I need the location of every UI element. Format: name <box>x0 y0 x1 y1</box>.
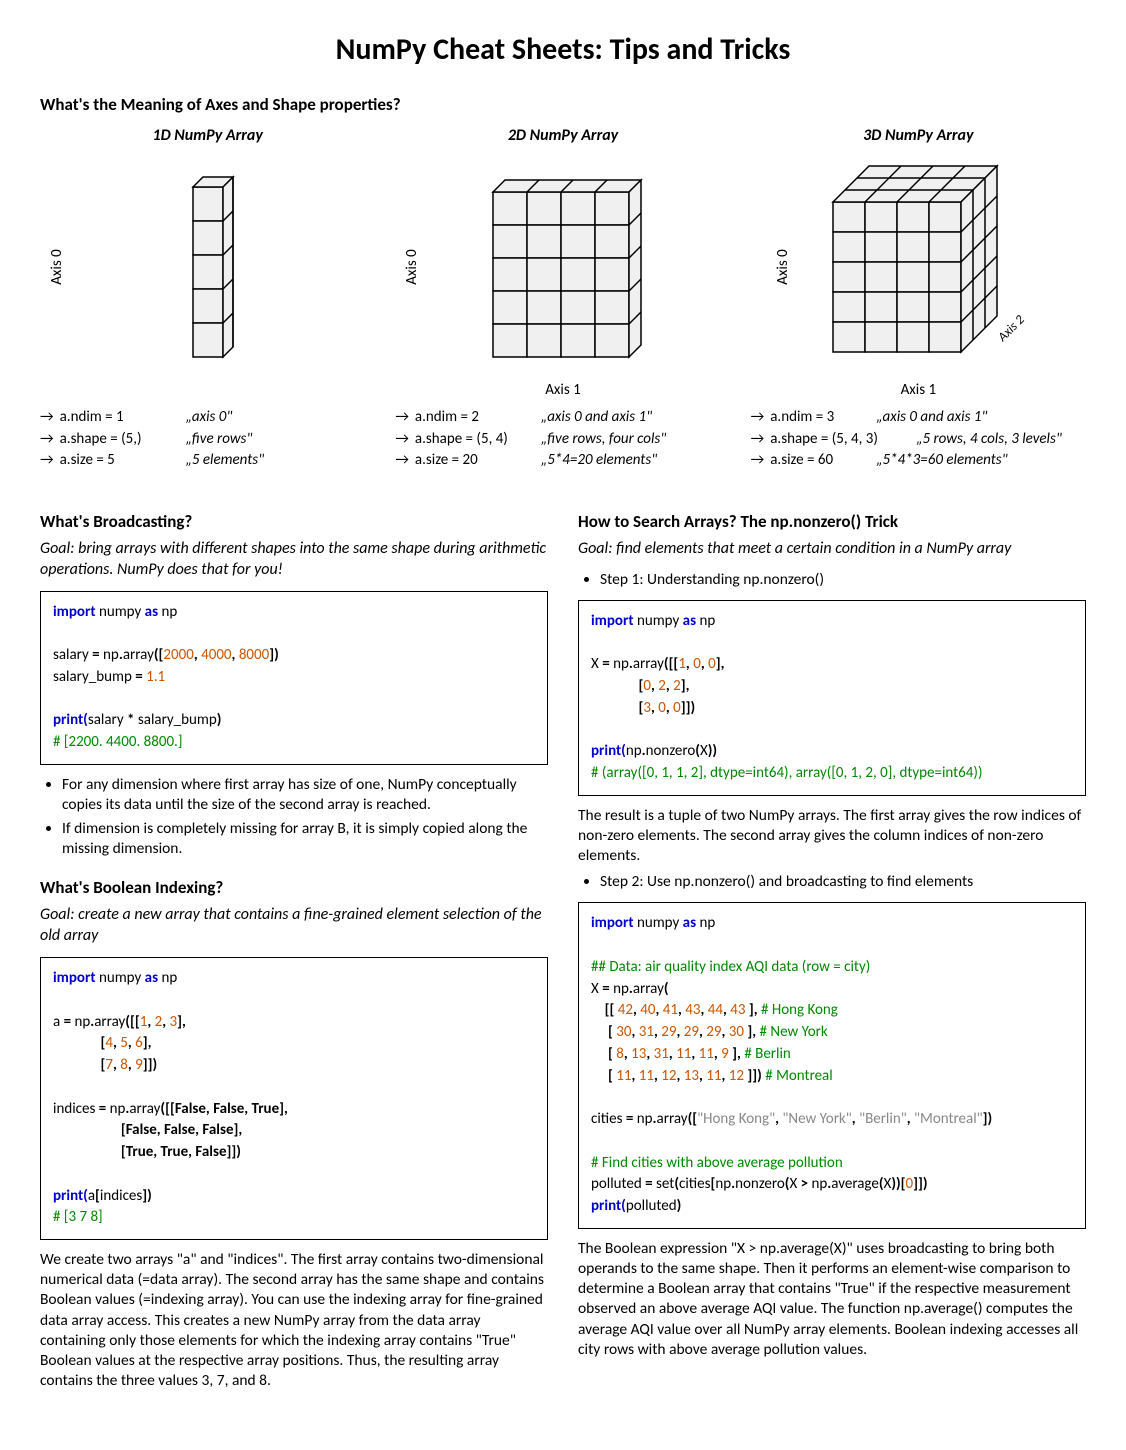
boolean-indexing-explain: We create two arrays "a" and "indices". … <box>40 1250 548 1391</box>
prop-note: „5*4*3=60 elements" <box>876 451 1007 471</box>
nonzero-goal: Goal: find elements that meet a certain … <box>578 539 1086 560</box>
arrow-icon: → <box>751 451 765 471</box>
array-2d-diagram: Axis 0 <box>395 157 730 377</box>
array-2d-title: 2D NumPy Array <box>395 126 730 147</box>
prop-key: a.shape = (5,) <box>60 430 180 450</box>
array-1d-diagram: Axis 0 <box>40 157 375 377</box>
boolean-indexing-heading: What's Boolean Indexing? <box>40 877 548 899</box>
prop-key: a.size = 20 <box>415 451 535 471</box>
nonzero-step1-explain: The result is a tuple of two NumPy array… <box>578 806 1086 866</box>
cube-3d-icon: Axis 2 <box>803 162 1033 372</box>
prop-note: „five rows, four cols" <box>541 430 666 450</box>
right-column: How to Search Arrays? The np.nonzero() T… <box>578 493 1086 1391</box>
step2-label: Step 2: Use np.nonzero() and broadcastin… <box>600 872 1086 892</box>
axis0-label: Axis 0 <box>774 249 794 284</box>
array-1d-title: 1D NumPy Array <box>40 126 375 147</box>
axis1-label-3d: Axis 1 <box>751 381 1086 401</box>
arrow-icon: → <box>751 430 765 450</box>
axes-heading: What's the Meaning of Axes and Shape pro… <box>40 94 1086 116</box>
arrow-icon: → <box>395 408 409 428</box>
nonzero-step1-code: import numpy as np X = np.array([[1, 0, … <box>578 600 1086 796</box>
nonzero-step2-code: import numpy as np ## Data: air quality … <box>578 902 1086 1229</box>
prop-key: a.size = 60 <box>770 451 870 471</box>
page-title: NumPy Cheat Sheets: Tips and Tricks <box>40 30 1086 69</box>
arrow-icon: → <box>751 408 765 428</box>
bullet-item: If dimension is completely missing for a… <box>62 819 548 859</box>
prop-key: a.size = 5 <box>60 451 180 471</box>
arrow-icon: → <box>40 430 54 450</box>
array-3d-diagram: Axis 0 Axis 2 <box>751 157 1086 377</box>
prop-key: a.shape = (5, 4) <box>415 430 535 450</box>
left-column: What's Broadcasting? Goal: bring arrays … <box>40 493 548 1391</box>
arrow-icon: → <box>40 451 54 471</box>
nonzero-step2-explain: The Boolean expression "X > np.average(X… <box>578 1239 1086 1360</box>
prop-note: „5 rows, 4 cols, 3 levels" <box>916 430 1062 450</box>
prop-note: „axis 0 and axis 1" <box>541 408 652 428</box>
prop-note: „axis 0 and axis 1" <box>876 408 987 428</box>
array-1d: 1D NumPy Array Axis 0 → a.ndim = 1 „axis 0… <box>40 126 375 473</box>
array-3d-title: 3D NumPy Array <box>751 126 1086 147</box>
arrow-icon: → <box>395 451 409 471</box>
arrays-row: 1D NumPy Array Axis 0 → a.ndim = 1 „axis 0… <box>40 126 1086 473</box>
prop-key: a.shape = (5, 4, 3) <box>770 430 910 450</box>
prop-note: „5*4=20 elements" <box>541 451 657 471</box>
bullet-item: For any dimension where first array has … <box>62 775 548 815</box>
cube-1d-icon <box>178 167 238 367</box>
prop-key: a.ndim = 2 <box>415 408 535 428</box>
broadcasting-heading: What's Broadcasting? <box>40 511 548 533</box>
axis2-label: Axis 2 <box>995 312 1028 345</box>
axis0-label: Axis 0 <box>48 249 68 284</box>
axis0-label: Axis 0 <box>403 249 423 284</box>
step1-label: Step 1: Understanding np.nonzero() <box>600 570 1086 590</box>
nonzero-heading: How to Search Arrays? The np.nonzero() T… <box>578 511 1086 533</box>
prop-note: „5 elements" <box>186 451 265 471</box>
prop-note: „axis 0" <box>186 408 233 428</box>
axis1-label-2d: Axis 1 <box>395 381 730 401</box>
array-2d: 2D NumPy Array Axis 0 Axis 1 <box>395 126 730 473</box>
prop-note: „five rows" <box>186 430 253 450</box>
arrow-icon: → <box>395 430 409 450</box>
broadcasting-code: import numpy as np salary = np.array([20… <box>40 591 548 765</box>
boolean-indexing-goal: Goal: create a new array that contains a… <box>40 905 548 947</box>
boolean-indexing-code: import numpy as np a = np.array([[1, 2, … <box>40 957 548 1240</box>
prop-key: a.ndim = 3 <box>770 408 870 428</box>
cube-2d-icon <box>473 167 653 367</box>
axis1-label-1d <box>40 381 375 401</box>
prop-key: a.ndim = 1 <box>60 408 180 428</box>
array-3d: 3D NumPy Array Axis 0 Axis 2 <box>751 126 1086 473</box>
broadcasting-goal: Goal: bring arrays with different shapes… <box>40 539 548 581</box>
arrow-icon: → <box>40 408 54 428</box>
broadcasting-bullets: For any dimension where first array has … <box>40 775 548 860</box>
